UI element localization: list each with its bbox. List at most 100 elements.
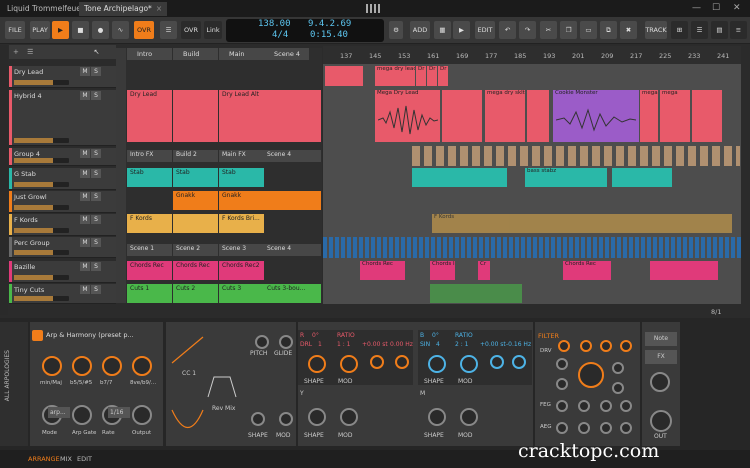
track-header[interactable]: Group 4 MS <box>9 148 116 166</box>
clip-icon[interactable]: ▶ <box>453 21 470 39</box>
synth-knob[interactable] <box>255 335 269 349</box>
synth-knob[interactable] <box>460 408 478 426</box>
add-track-icon[interactable]: + <box>13 48 19 56</box>
paste-icon[interactable]: ▭ <box>580 21 597 39</box>
mute-button[interactable]: M <box>80 285 90 294</box>
scene-clip[interactable]: Main FX <box>219 150 264 162</box>
clip[interactable]: F Kords <box>127 214 172 233</box>
perc-pattern[interactable] <box>323 237 741 258</box>
clip[interactable]: Chords Rec <box>127 261 172 280</box>
arranger-clip[interactable] <box>612 168 672 187</box>
minimize-icon[interactable]: — <box>692 3 701 13</box>
tempo-display[interactable]: 138.00 <box>258 19 291 29</box>
ratio-value[interactable]: 1 : 1 <box>337 341 350 348</box>
scene-clip[interactable]: Scene 4 <box>264 244 321 256</box>
solo-button[interactable]: S <box>91 67 101 76</box>
delete-icon[interactable]: ✖ <box>620 21 637 39</box>
synth-knob[interactable] <box>612 362 624 374</box>
time-display[interactable]: 0:15.40 <box>310 30 348 40</box>
ratio-value[interactable]: 2 : 1 <box>455 341 468 348</box>
synth-knob[interactable] <box>370 355 384 369</box>
synth-knob[interactable] <box>620 340 632 352</box>
undo-icon[interactable]: ↶ <box>499 21 516 39</box>
arranger-clip[interactable]: Dr <box>416 66 426 86</box>
arrange-tab[interactable]: ARRANGE <box>28 455 60 463</box>
solo-button[interactable]: S <box>91 192 101 201</box>
synth-knob[interactable] <box>556 400 568 412</box>
synth-knob[interactable] <box>556 422 568 434</box>
synth-knob[interactable] <box>556 378 568 390</box>
scene-clip[interactable]: Build 2 <box>173 150 218 162</box>
synth-knob[interactable] <box>512 355 526 369</box>
solo-button[interactable]: S <box>91 238 101 247</box>
synth-knob[interactable] <box>428 408 446 426</box>
track-name[interactable]: G Stab <box>14 170 36 178</box>
solo-button[interactable]: S <box>91 149 101 158</box>
track-header[interactable]: Tiny Cuts MS <box>9 284 116 304</box>
volume-slider[interactable] <box>14 296 69 301</box>
synth-knob[interactable] <box>556 358 568 370</box>
automation-icon[interactable]: ∿ <box>112 21 129 39</box>
arp-knob[interactable] <box>132 356 152 376</box>
play-icon[interactable]: ▶ <box>52 21 69 39</box>
clip[interactable]: Cuts 3 <box>219 284 264 303</box>
clip[interactable]: Stab <box>219 168 264 187</box>
solo-button[interactable]: S <box>91 215 101 224</box>
synth-knob[interactable] <box>650 372 670 392</box>
scene-header[interactable]: Build <box>173 48 218 60</box>
panel-icon[interactable]: ⊞ <box>671 21 688 39</box>
synth-knob[interactable] <box>558 340 570 352</box>
inspector-icon[interactable]: ≡ <box>730 21 747 39</box>
arranger-clip[interactable] <box>527 90 549 142</box>
semitone-value[interactable]: +0.00 st <box>480 341 506 348</box>
clip[interactable]: Cuts 3-bou... <box>264 284 321 303</box>
arranger-clip[interactable] <box>412 168 507 187</box>
hz-value[interactable]: -0.16 Hz <box>506 341 531 348</box>
clip[interactable]: Chords Rec <box>173 261 218 280</box>
clip[interactable]: Chords Rec2 <box>219 261 264 280</box>
synth-knob[interactable] <box>340 355 358 373</box>
list-icon[interactable]: ☰ <box>27 48 33 56</box>
clip[interactable] <box>173 214 218 233</box>
clip[interactable]: F Kords Bri... <box>219 214 264 233</box>
synth-knob[interactable] <box>580 340 592 352</box>
track-name[interactable]: Hybrid 4 <box>14 92 42 100</box>
track-header[interactable]: F Kords MS <box>9 214 116 236</box>
volume-slider[interactable] <box>14 158 69 163</box>
metronome-icon[interactable]: ☰ <box>160 21 177 39</box>
solo-button[interactable]: S <box>91 285 101 294</box>
track-name[interactable]: Bazille <box>14 263 35 271</box>
synth-knob[interactable] <box>460 355 478 373</box>
track-name[interactable]: Perc Group <box>14 239 50 247</box>
arp-knob[interactable] <box>72 356 92 376</box>
timeline-ruler[interactable] <box>323 46 741 64</box>
synth-knob[interactable] <box>620 422 632 434</box>
arranger-clip[interactable]: bass stabz <box>525 168 607 187</box>
track-name[interactable]: Dry Lead <box>14 68 43 76</box>
mute-button[interactable]: M <box>80 238 90 247</box>
ovr-button[interactable]: OVR <box>181 21 201 39</box>
close-icon[interactable]: × <box>156 4 162 13</box>
play-label-button[interactable]: PLAY <box>30 21 50 39</box>
mute-button[interactable]: M <box>80 169 90 178</box>
arranger-clip[interactable] <box>325 66 363 86</box>
scene-clip[interactable]: Scene 1 <box>127 244 172 256</box>
record-icon[interactable]: ● <box>92 21 109 39</box>
arranger-clip[interactable]: Cr <box>478 261 490 280</box>
synth-knob[interactable] <box>578 362 604 388</box>
mute-button[interactable]: M <box>80 192 90 201</box>
clip[interactable]: Cuts 1 <box>127 284 172 303</box>
arranger-clip[interactable]: mega dry sklt <box>485 90 525 142</box>
arp-knob[interactable] <box>132 405 152 425</box>
clip[interactable] <box>173 90 218 142</box>
clip[interactable]: Stab <box>127 168 172 187</box>
synth-knob[interactable] <box>650 410 672 432</box>
clip[interactable]: Cuts 2 <box>173 284 218 303</box>
track-header[interactable]: Just Growl MS <box>9 191 116 213</box>
device-title[interactable]: Arp & Harmony (preset p... <box>46 331 134 339</box>
edit-tab[interactable]: EDIT <box>77 455 92 463</box>
volume-slider[interactable] <box>14 80 69 85</box>
synth-knob[interactable] <box>600 422 612 434</box>
mixer-icon[interactable]: ☰ <box>691 21 708 39</box>
synth-knob[interactable] <box>600 400 612 412</box>
